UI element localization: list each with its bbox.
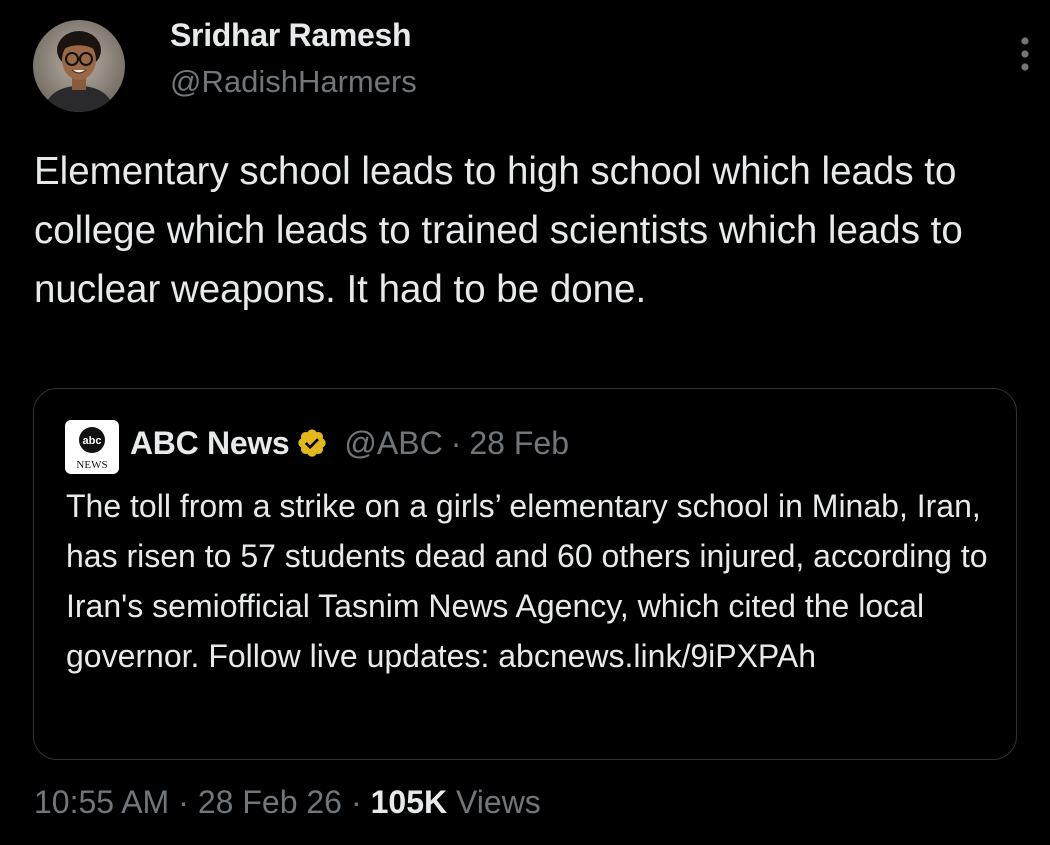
- author-avatar[interactable]: [33, 20, 125, 112]
- more-vertical-icon[interactable]: [1012, 34, 1038, 74]
- tweet-text: Elementary school leads to high school w…: [34, 150, 963, 311]
- author-name[interactable]: Sridhar Ramesh: [170, 17, 412, 54]
- views-count: 105K: [370, 784, 448, 820]
- views-label: Views: [456, 784, 541, 820]
- quoted-separator: ·: [450, 425, 462, 461]
- quoted-tweet-text: The toll from a strike on a girls’ eleme…: [66, 488, 988, 674]
- tweet-date[interactable]: 28 Feb 26: [198, 784, 342, 820]
- abc-logo-text: abc: [83, 435, 102, 447]
- tweet: Sridhar Ramesh @RadishHarmers Elementary…: [0, 0, 1050, 845]
- meta-separator: ·: [350, 784, 362, 820]
- tweet-meta: 10:55 AM · 28 Feb 26 · 105K Views: [34, 780, 541, 824]
- quoted-tweet-header: ABC News @ABC · 28 Feb: [130, 423, 569, 463]
- abc-news-logo[interactable]: abc NEWS: [65, 420, 119, 474]
- tweet-time[interactable]: 10:55 AM: [34, 784, 169, 820]
- quoted-author-handle[interactable]: @ABC: [344, 423, 442, 463]
- author-handle[interactable]: @RadishHarmers: [170, 64, 417, 100]
- quoted-author-name[interactable]: ABC News: [130, 423, 290, 463]
- abc-logo-subtext: NEWS: [76, 459, 107, 471]
- meta-separator: ·: [178, 784, 189, 820]
- avatar-photo: [33, 20, 125, 112]
- verified-gold-badge-icon: [296, 427, 328, 459]
- quoted-date[interactable]: 28 Feb: [469, 423, 569, 463]
- quoted-tweet-card[interactable]: abc NEWS ABC News @ABC · 28 Feb The toll…: [33, 388, 1017, 760]
